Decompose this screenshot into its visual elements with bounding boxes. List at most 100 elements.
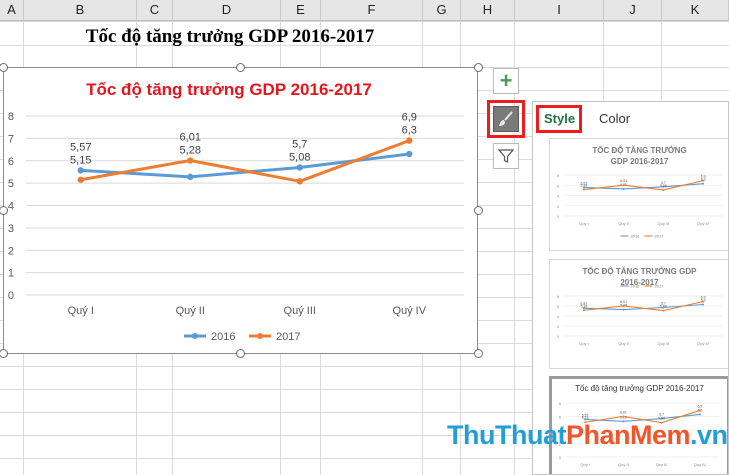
thumb-y-tick: 6 bbox=[557, 183, 560, 188]
thumb-legend-label-2017: 2017 bbox=[655, 284, 665, 289]
thumb-chart-2: 02468Quý IQuý IIQuý IIIQuý IV5,575,285,7… bbox=[557, 284, 723, 346]
thumb-y-tick: 2 bbox=[557, 324, 560, 329]
thumb-x-tick: Quý III bbox=[656, 462, 668, 467]
watermark-logo: ThuThuatPhanMem.vn bbox=[447, 420, 728, 450]
thumb-x-tick: Quý IV bbox=[697, 341, 710, 346]
sheet-title-cell[interactable]: Tốc độ tăng trưởng GDP 2016-2017 bbox=[40, 26, 420, 48]
y-tick-label: 6 bbox=[8, 156, 14, 168]
column-header-i[interactable]: I bbox=[515, 0, 604, 20]
thumb-y-tick: 6 bbox=[557, 304, 560, 309]
thumb-point-2017 bbox=[582, 188, 585, 191]
highlight-styles-button bbox=[487, 100, 525, 138]
thumb-y-tick: 0 bbox=[557, 334, 560, 339]
legend-marker-2017 bbox=[257, 333, 263, 339]
line-chart[interactable]: Tốc độ tăng trưởng GDP 2016-2017 0 1 2 3 4 5 6… bbox=[3, 67, 478, 354]
chart-elements-button[interactable]: + bbox=[493, 68, 519, 94]
style-thumbnail-2[interactable]: TỐC ĐỘ TĂNG TRƯỞNG GDP 2016-2017 0 2 4 6 8 Qu… bbox=[549, 259, 728, 369]
data-point-2017[interactable] bbox=[187, 157, 194, 164]
thumb-legend-label-2016: 2016 bbox=[631, 284, 641, 289]
highlight-style-tab bbox=[536, 105, 582, 133]
data-point-2017[interactable] bbox=[296, 178, 303, 185]
thumb-point-2016 bbox=[622, 187, 625, 190]
thumb-chart-1: 02468Quý IQuý IIQuý IIIQuý IV5,575,285,7… bbox=[557, 173, 723, 239]
resize-handle-right[interactable] bbox=[474, 206, 483, 215]
column-header-b[interactable]: B bbox=[24, 0, 137, 20]
thumb-point-2017 bbox=[702, 179, 705, 182]
column-header-d[interactable]: D bbox=[173, 0, 281, 20]
thumb-point-2017 bbox=[702, 300, 705, 303]
resize-handle-top-right[interactable] bbox=[474, 63, 483, 72]
y-tick-label: 7 bbox=[8, 133, 14, 145]
data-point-2017[interactable] bbox=[406, 137, 413, 144]
data-label-2016: 5,28 bbox=[180, 145, 201, 157]
chart-style-pane: Style Color TỐC ĐỘ TĂNG TRƯỞNG GDP 2016-… bbox=[532, 101, 729, 475]
thumb-data-label-2017: 5,15 bbox=[580, 184, 587, 188]
resize-handle-bottom-right[interactable] bbox=[474, 349, 483, 358]
thumb-data-label-2017: 5,08 bbox=[660, 184, 667, 188]
thumb-y-tick: 4 bbox=[557, 194, 560, 199]
thumb-x-tick: Quý III bbox=[657, 221, 669, 226]
column-header-g[interactable]: G bbox=[423, 0, 461, 20]
thumb-y-tick: 6 bbox=[559, 415, 562, 420]
column-header-j[interactable]: J bbox=[604, 0, 662, 20]
thumb-x-tick: Quý IV bbox=[697, 221, 710, 226]
thumb-data-label-2017: 6,01 bbox=[620, 300, 627, 304]
resize-handle-top[interactable] bbox=[236, 63, 245, 72]
thumb-data-label-2017: 6,9 bbox=[701, 175, 706, 179]
thumb-x-tick: Quý II bbox=[618, 462, 629, 467]
column-header-k[interactable]: K bbox=[662, 0, 729, 20]
chart-filters-button[interactable] bbox=[493, 143, 519, 169]
y-tick-label: 5 bbox=[8, 178, 14, 190]
thumb-x-tick: Quý II bbox=[618, 341, 629, 346]
x-tick-label: Quý I bbox=[68, 305, 94, 317]
chart-title[interactable]: Tốc độ tăng trưởng GDP 2016-2017 bbox=[86, 80, 372, 99]
thumb-data-label-2017: 6,9 bbox=[697, 404, 702, 408]
style-thumbnail-1[interactable]: TỐC ĐỘ TĂNG TRƯỞNG GDP 2016-2017 0 2 4 6 8 Qu… bbox=[549, 138, 728, 251]
thumb-y-tick: 8 bbox=[557, 173, 560, 178]
thumb-point-2016 bbox=[698, 413, 701, 416]
x-tick-label: Quý II bbox=[176, 305, 205, 317]
thumb-point-2017 bbox=[662, 188, 665, 191]
thumb-x-tick: Quý III bbox=[657, 341, 669, 346]
y-tick-label: 4 bbox=[8, 201, 14, 213]
data-label-2016: 5,57 bbox=[70, 141, 91, 153]
thumb-y-tick: 0 bbox=[559, 455, 562, 460]
column-header-f[interactable]: F bbox=[321, 0, 423, 20]
thumb-x-tick: Quý I bbox=[579, 221, 589, 226]
column-header-h[interactable]: H bbox=[461, 0, 515, 20]
data-label-2016: 5,7 bbox=[292, 138, 307, 150]
column-header-e[interactable]: E bbox=[281, 0, 321, 20]
data-label-2017: 5,15 bbox=[70, 154, 91, 166]
column-header-c[interactable]: C bbox=[137, 0, 173, 20]
thumb-x-tick: Quý IV bbox=[694, 462, 707, 467]
data-label-2017: 5,08 bbox=[289, 151, 310, 163]
thumb-point-2017 bbox=[698, 409, 701, 412]
thumb-point-2016 bbox=[622, 308, 625, 311]
x-tick-label: Quý III bbox=[284, 305, 316, 317]
thumb-legend-label-2017: 2017 bbox=[655, 234, 665, 239]
resize-handle-bottom[interactable] bbox=[236, 349, 245, 358]
data-point-2016[interactable] bbox=[296, 164, 303, 171]
thumb-point-2017 bbox=[582, 309, 585, 312]
y-axis-ticks: 0 1 2 3 4 5 6 7 8 bbox=[8, 111, 14, 302]
column-header-a[interactable]: A bbox=[0, 0, 24, 20]
data-point-2016[interactable] bbox=[406, 150, 413, 158]
data-label-2016: 6,3 bbox=[402, 125, 417, 137]
chart-series: 5,575,15 6,015,28 5,75,08 6,96,3 bbox=[70, 112, 417, 185]
data-label-2017: 6,01 bbox=[180, 132, 201, 144]
thumb-point-2017 bbox=[662, 309, 665, 312]
thumb-x-tick: Quý I bbox=[579, 341, 589, 346]
data-point-2016[interactable] bbox=[77, 167, 84, 174]
data-point-2017[interactable] bbox=[77, 176, 84, 183]
data-point-2016[interactable] bbox=[187, 173, 194, 181]
thumb-y-tick: 2 bbox=[557, 204, 560, 209]
thumb-y-tick: 0 bbox=[557, 214, 560, 219]
chart-plot: Tốc độ tăng trưởng GDP 2016-2017 0 1 2 3 4 5 6… bbox=[8, 80, 464, 343]
y-tick-label: 2 bbox=[8, 245, 14, 257]
column-header-bar: A B C D E F G H I J K bbox=[0, 0, 729, 21]
thumb-y-tick: 8 bbox=[559, 401, 562, 406]
y-tick-label: 0 bbox=[8, 290, 14, 302]
chart-legend[interactable]: 2016 2017 bbox=[184, 331, 300, 343]
legend-label-2017: 2017 bbox=[276, 331, 300, 343]
tab-color[interactable]: Color bbox=[599, 108, 630, 130]
